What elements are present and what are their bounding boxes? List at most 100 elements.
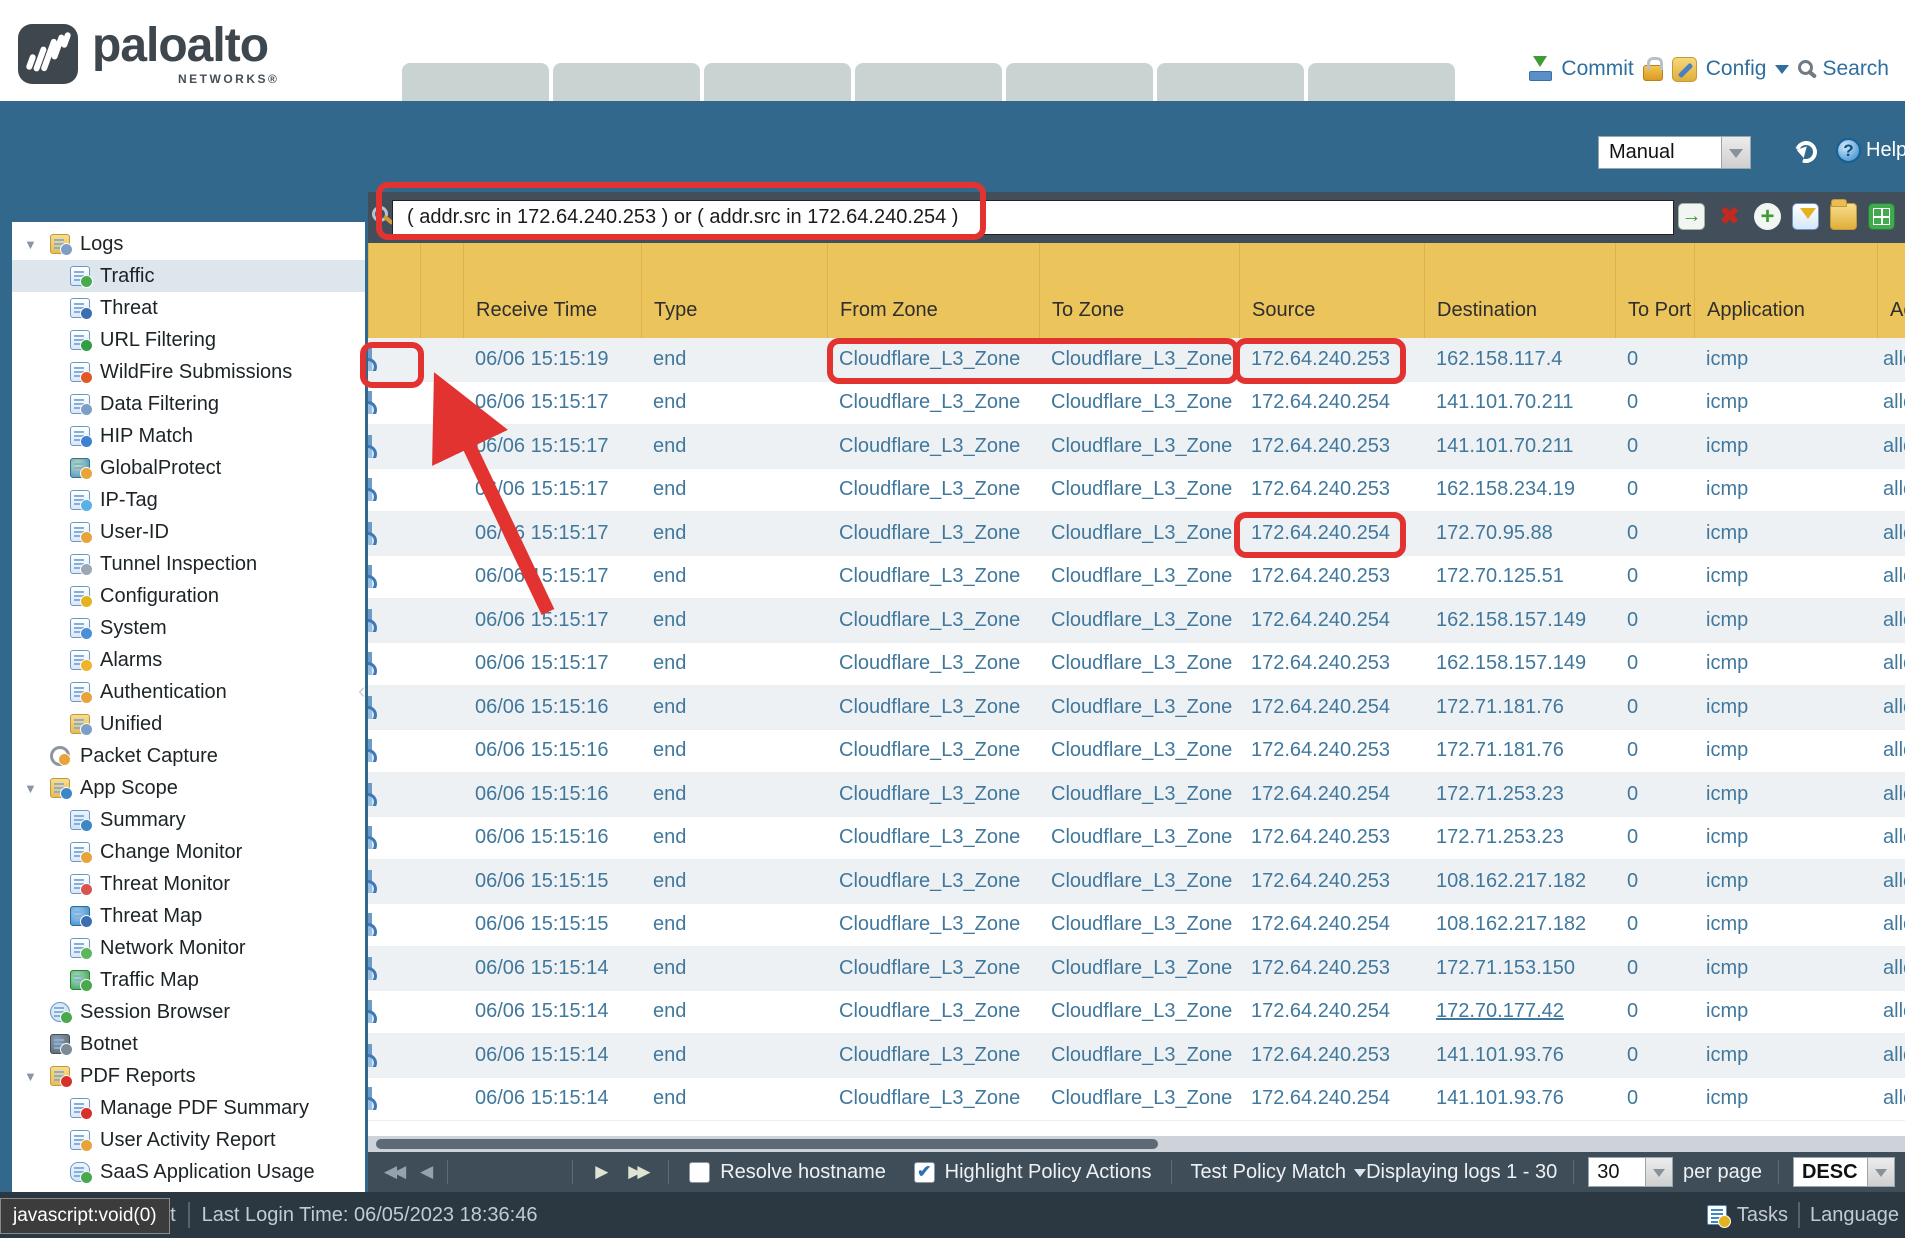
clear-filter-icon[interactable]: ✖ <box>1716 203 1743 230</box>
test-policy-match-menu[interactable]: Test Policy Match <box>1190 1161 1366 1184</box>
log-detail-icon[interactable] <box>368 1044 372 1067</box>
highlight-policy-actions-checkbox[interactable]: ✔ <box>914 1162 935 1183</box>
sidebar-item[interactable]: ▼ URL Filtering <box>12 324 365 356</box>
cell-destination[interactable]: 172.70.125.51 <box>1424 565 1615 588</box>
log-detail-icon[interactable] <box>368 565 372 588</box>
nav-tab[interactable] <box>402 63 549 101</box>
sidebar-item[interactable]: ▼ Authentication <box>12 676 365 708</box>
help-icon[interactable]: ? <box>1836 138 1861 163</box>
cell-destination[interactable]: 172.71.253.23 <box>1424 826 1615 849</box>
first-page-icon[interactable]: ◀◀ <box>384 1162 402 1182</box>
cell-destination[interactable]: 172.71.181.76 <box>1424 739 1615 762</box>
log-detail-icon[interactable] <box>368 783 372 806</box>
language-link[interactable]: Language <box>1810 1204 1899 1227</box>
next-page-icon[interactable]: ▶ <box>595 1162 604 1182</box>
sidebar-collapse-handle[interactable]: ‹ <box>358 678 365 704</box>
sidebar-item[interactable]: ▼ HIP Match <box>12 420 365 452</box>
cell-destination[interactable]: 172.71.181.76 <box>1424 696 1615 719</box>
sidebar-item[interactable]: ▼ Traffic Map <box>12 964 365 996</box>
cell-destination[interactable]: 172.70.95.88 <box>1424 522 1615 545</box>
sidebar-item[interactable]: ▼ GlobalProtect <box>12 452 365 484</box>
help-link[interactable]: Help <box>1866 139 1905 162</box>
column-header[interactable]: Type <box>641 243 827 338</box>
cell-destination[interactable]: 141.101.93.76 <box>1424 1044 1615 1067</box>
log-detail-icon[interactable] <box>368 826 372 849</box>
log-detail-icon[interactable] <box>368 435 372 458</box>
cell-destination[interactable]: 172.70.177.42 <box>1424 1000 1615 1023</box>
sidebar-item[interactable]: ▼ User-ID <box>12 516 365 548</box>
column-header[interactable]: Destination <box>1424 243 1615 338</box>
search-link[interactable]: Search <box>1822 57 1889 81</box>
sidebar-item[interactable]: ▼ Network Monitor <box>12 932 365 964</box>
last-page-icon[interactable]: ▶▶ <box>628 1162 646 1182</box>
sidebar-item[interactable]: ▼ SaaS Application Usage <box>12 1156 365 1188</box>
sidebar-item[interactable]: ▼ Logs <box>12 228 365 260</box>
log-filter-input[interactable] <box>392 200 1674 235</box>
cell-destination[interactable]: 141.101.93.76 <box>1424 1087 1615 1110</box>
column-header[interactable] <box>420 243 463 338</box>
load-filter-icon[interactable] <box>1830 203 1857 230</box>
expand-triangle-icon[interactable]: ▼ <box>24 1069 50 1084</box>
per-page-input[interactable] <box>1588 1157 1646 1187</box>
sort-order-dropdown-button[interactable] <box>1868 1157 1895 1187</box>
sidebar-item[interactable]: ▼ Traffic <box>12 260 365 292</box>
cell-destination[interactable]: 162.158.234.19 <box>1424 478 1615 501</box>
log-detail-icon[interactable] <box>368 652 372 675</box>
sidebar-item[interactable]: ▼ Data Filtering <box>12 388 365 420</box>
log-detail-icon[interactable] <box>368 913 372 936</box>
log-detail-icon[interactable] <box>368 739 372 762</box>
cell-destination[interactable]: 172.71.253.23 <box>1424 783 1615 806</box>
sidebar-item[interactable]: ▼ App Scope <box>12 772 365 804</box>
sidebar-item[interactable]: ▼ Threat <box>12 292 365 324</box>
column-header[interactable]: To Zone <box>1039 243 1239 338</box>
refresh-interval-dropdown-button[interactable] <box>1722 136 1751 169</box>
log-detail-icon[interactable] <box>368 870 372 893</box>
log-detail-icon[interactable] <box>368 478 372 501</box>
log-detail-icon[interactable] <box>368 348 372 371</box>
sidebar-item[interactable]: ▼ Unified <box>12 708 365 740</box>
nav-tab[interactable] <box>1006 63 1153 101</box>
column-header[interactable]: Application <box>1694 243 1877 338</box>
nav-tab[interactable] <box>704 63 851 101</box>
cell-destination[interactable]: 162.158.117.4 <box>1424 348 1615 371</box>
column-header[interactable]: Source <box>1239 243 1424 338</box>
column-header[interactable]: Ac <box>1877 243 1905 338</box>
sidebar-item[interactable]: ▼ Session Browser <box>12 996 365 1028</box>
export-csv-icon[interactable] <box>1868 203 1895 230</box>
column-header[interactable] <box>368 243 420 338</box>
config-link[interactable]: Config <box>1706 57 1767 81</box>
horizontal-scrollbar[interactable] <box>368 1136 1905 1152</box>
sidebar-item[interactable]: ▼ Alarms <box>12 644 365 676</box>
add-filter-icon[interactable]: + <box>1754 203 1781 230</box>
resolve-hostname-checkbox[interactable] <box>689 1162 710 1183</box>
log-detail-icon[interactable] <box>368 957 372 980</box>
cell-destination[interactable]: 172.71.153.150 <box>1424 957 1615 980</box>
cell-destination[interactable]: 108.162.217.182 <box>1424 870 1615 893</box>
sidebar-item[interactable]: ▼ Packet Capture <box>12 740 365 772</box>
cell-destination[interactable]: 162.158.157.149 <box>1424 652 1615 675</box>
sidebar-item[interactable]: ▼ WildFire Submissions <box>12 356 365 388</box>
sidebar-item[interactable]: ▼ PDF Reports <box>12 1060 365 1092</box>
nav-tab[interactable] <box>1308 63 1455 101</box>
lock-icon[interactable] <box>1643 65 1663 81</box>
log-detail-icon[interactable] <box>368 391 372 414</box>
cell-destination[interactable]: 141.101.70.211 <box>1424 391 1615 414</box>
nav-tab[interactable] <box>855 63 1002 101</box>
refresh-interval-value[interactable]: Manual <box>1598 136 1722 169</box>
per-page-dropdown-button[interactable] <box>1646 1157 1673 1187</box>
nav-tab[interactable] <box>553 63 700 101</box>
log-detail-icon[interactable] <box>368 522 372 545</box>
sidebar-item[interactable]: ▼ Summary <box>12 804 365 836</box>
sidebar-item[interactable]: ▼ Threat Map <box>12 900 365 932</box>
sidebar-item[interactable]: ▼ Change Monitor <box>12 836 365 868</box>
sidebar-item[interactable]: ▼ Manage PDF Summary <box>12 1092 365 1124</box>
column-header[interactable]: From Zone <box>827 243 1039 338</box>
cell-destination[interactable]: 162.158.157.149 <box>1424 609 1615 632</box>
cell-destination[interactable]: 141.101.70.211 <box>1424 435 1615 458</box>
filter-builder-icon[interactable] <box>1792 203 1819 230</box>
refresh-icon[interactable] <box>1791 137 1820 166</box>
sidebar-item[interactable]: ▼ Configuration <box>12 580 365 612</box>
cell-destination[interactable]: 108.162.217.182 <box>1424 913 1615 936</box>
log-detail-icon[interactable] <box>368 609 372 632</box>
expand-triangle-icon[interactable]: ▼ <box>24 781 50 796</box>
